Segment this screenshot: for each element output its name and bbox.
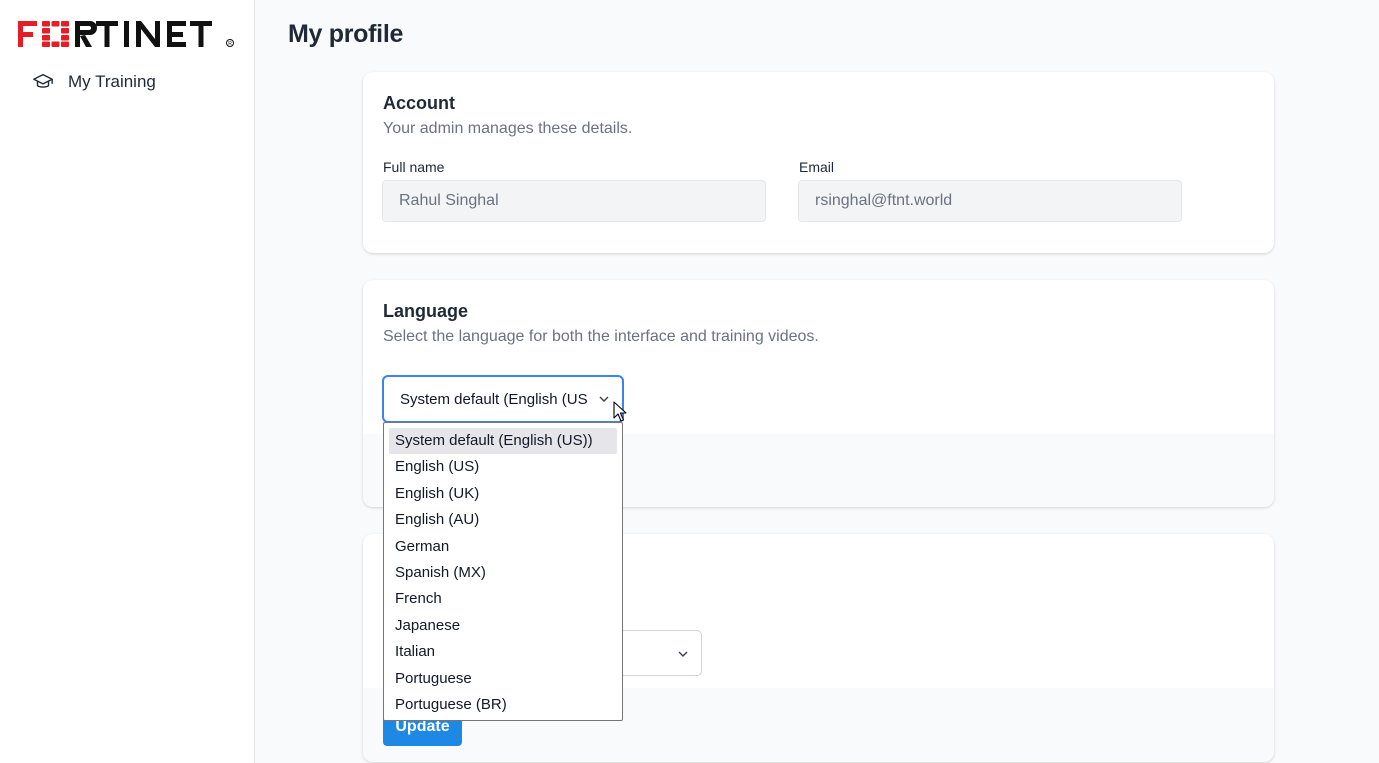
mouse-cursor-icon [613,401,627,422]
language-option[interactable]: Spanish (MX) [389,560,617,586]
language-option[interactable]: French [389,586,617,612]
svg-text:R: R [228,41,232,47]
full-name-input[interactable] [382,180,766,222]
language-option[interactable]: English (UK) [389,481,617,507]
language-title: Language [383,301,469,321]
language-option[interactable]: Portuguese (BR) [389,692,617,718]
account-card: Account Your admin manages these details… [363,72,1274,253]
language-select-value: System default (English (US) [400,390,588,408]
language-option[interactable]: Japanese [389,613,617,639]
fortinet-logo[interactable]: R [18,17,238,51]
account-title: Account [383,93,455,113]
email-label: Email [799,159,835,175]
language-select[interactable]: System default (English (US) [382,375,624,423]
language-subtitle: Select the language for both the interfa… [383,328,819,345]
sidebar: R My Training [0,0,255,763]
sidebar-item-my-training[interactable]: My Training [32,68,156,96]
page-title: My profile [288,20,404,48]
language-option[interactable]: System default (English (US)) [389,428,617,455]
language-option[interactable]: English (AU) [389,507,617,533]
graduation-cap-icon [33,73,53,88]
email-input[interactable] [798,180,1182,222]
language-dropdown-list[interactable]: System default (English (US)) English (US… [383,422,623,721]
sidebar-item-label: My Training [68,72,156,91]
language-option[interactable]: Portuguese [389,666,617,692]
account-subtitle: Your admin manages these details. [383,120,633,137]
language-option[interactable]: German [389,534,617,560]
language-option[interactable]: Italian [389,639,617,665]
full-name-label: Full name [383,159,445,175]
chevron-down-icon [678,651,688,657]
chevron-down-icon [599,396,609,402]
language-option[interactable]: English (US) [389,454,617,480]
